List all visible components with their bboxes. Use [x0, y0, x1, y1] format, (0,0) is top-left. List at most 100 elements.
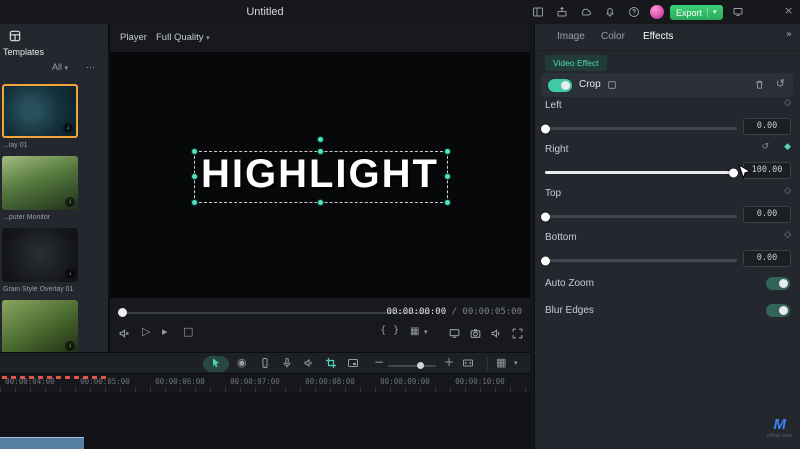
user-avatar[interactable]: [650, 5, 664, 19]
template-thumbnail[interactable]: ↓: [2, 156, 78, 210]
selection-handle[interactable]: [317, 148, 324, 155]
delete-effect-icon[interactable]: [754, 79, 765, 90]
crop-bottom-value[interactable]: 0.00: [743, 250, 791, 267]
auto-zoom-toggle[interactable]: [766, 277, 790, 290]
layout-icon[interactable]: [532, 6, 544, 18]
bell-icon[interactable]: [604, 6, 616, 18]
chevron-down-icon: ▾: [206, 35, 210, 42]
screen-mode-icon[interactable]: [732, 6, 744, 18]
selection-handle[interactable]: [444, 173, 451, 180]
step-forward-button[interactable]: ▸: [162, 326, 168, 337]
selection-box[interactable]: [191, 136, 451, 206]
tab-effects[interactable]: Effects: [643, 31, 673, 42]
keyframe-icon-active[interactable]: ◆: [784, 142, 791, 152]
seek-bar[interactable]: [118, 312, 430, 314]
template-label: ...puter Monitor: [3, 214, 51, 221]
zoom-in-icon[interactable]: +: [444, 356, 454, 368]
crop-left-slider[interactable]: [541, 124, 737, 133]
timeline-clip[interactable]: [0, 437, 84, 449]
keyframe-icon[interactable]: ◇: [784, 98, 791, 108]
export-media-icon[interactable]: [556, 6, 568, 18]
crop-right-slider[interactable]: [545, 168, 739, 177]
close-icon[interactable]: ×: [784, 5, 793, 16]
crop-bottom-slider[interactable]: [541, 256, 737, 265]
reset-effect-icon[interactable]: ↺: [776, 78, 785, 89]
template-thumbnail[interactable]: ↓: [2, 84, 78, 138]
selection-handle[interactable]: [191, 199, 198, 206]
more-options-button[interactable]: ⋯: [86, 62, 95, 73]
slider-handle[interactable]: [541, 124, 550, 133]
seek-handle[interactable]: [118, 308, 127, 317]
selection-handle[interactable]: [444, 148, 451, 155]
volume-icon[interactable]: [490, 327, 503, 340]
timeline-ruler[interactable]: 00:00:04:00 00:00:05:00 00:00:06:00 00:0…: [0, 374, 530, 392]
preview-canvas[interactable]: HIGHLIGHT: [110, 52, 530, 298]
crop-left-value[interactable]: 0.00: [743, 118, 791, 135]
template-thumbnail[interactable]: ↓: [2, 228, 78, 282]
fullscreen-icon[interactable]: [511, 327, 524, 340]
crop-top-slider[interactable]: [541, 212, 737, 221]
selection-handle[interactable]: [191, 173, 198, 180]
selection-handle[interactable]: [191, 148, 198, 155]
mute-icon[interactable]: [118, 327, 131, 340]
mic-icon[interactable]: [281, 357, 293, 369]
chevron-down-icon[interactable]: ▾: [424, 329, 428, 336]
player-label: Player: [120, 32, 147, 43]
video-effect-badge[interactable]: Video Effect: [545, 55, 607, 71]
blur-edges-toggle[interactable]: [766, 304, 790, 317]
zoom-slider[interactable]: [388, 362, 436, 369]
keyframe-icon[interactable]: ◇: [784, 230, 791, 240]
preview-options-icon[interactable]: ▦: [410, 327, 419, 337]
export-button[interactable]: Export ▾: [670, 5, 723, 20]
track-manager-icon[interactable]: ▦: [496, 357, 506, 368]
crop-enable-toggle[interactable]: [548, 79, 572, 92]
cloud-icon[interactable]: [580, 6, 592, 18]
pip-icon[interactable]: [347, 357, 359, 369]
time-display: 00:00:00:00 / 00:00:05:00: [387, 307, 522, 317]
play-button[interactable]: ▷: [142, 326, 150, 337]
selection-handle[interactable]: [317, 199, 324, 206]
filter-all-dropdown[interactable]: All ▾: [52, 62, 68, 72]
select-tool-icon[interactable]: [210, 357, 222, 369]
zoom-out-icon[interactable]: −: [374, 356, 384, 368]
selection-handle[interactable]: [444, 199, 451, 206]
mark-out-icon[interactable]: }: [393, 326, 399, 336]
crop-top-value[interactable]: 0.00: [743, 206, 791, 223]
zoom-slider-handle[interactable]: [416, 362, 424, 369]
mark-in-icon[interactable]: {: [380, 326, 386, 336]
crop-right-value[interactable]: 100.00: [743, 162, 791, 179]
chevron-down-icon: ▾: [64, 65, 69, 72]
panel-divider: [535, 50, 800, 51]
templates-icon[interactable]: [8, 29, 22, 43]
collapse-panel-icon[interactable]: »: [786, 30, 792, 40]
display-icon[interactable]: [448, 327, 461, 340]
snapshot-icon[interactable]: [469, 327, 482, 340]
chevron-down-icon[interactable]: ▾: [514, 360, 518, 367]
slider-handle[interactable]: [729, 168, 739, 177]
template-thumbnail[interactable]: ↓: [2, 300, 78, 354]
slider-handle[interactable]: [541, 212, 550, 221]
stop-button[interactable]: □: [183, 326, 193, 337]
tab-image[interactable]: Image: [557, 31, 585, 42]
titlebar: Untitled Export ▾ ×: [0, 0, 800, 24]
download-icon: ↓: [65, 341, 75, 351]
param-label: Right: [545, 144, 569, 155]
compare-icon[interactable]: [607, 80, 617, 90]
help-icon[interactable]: [628, 6, 640, 18]
quality-dropdown[interactable]: Full Quality ▾: [156, 32, 210, 43]
reset-param-icon[interactable]: ↺: [761, 142, 769, 152]
video-editor-app: Untitled Export ▾ × Templates All ▾ ⋯ ↓ …: [0, 0, 800, 449]
timeline-tracks[interactable]: [0, 392, 530, 449]
template-label: Grain Style Overlay 01: [3, 286, 74, 293]
keyframe-icon[interactable]: ◇: [784, 186, 791, 196]
templates-panel: Templates All ▾ ⋯ ↓ ...lay 01 ↓ ...puter…: [0, 24, 110, 354]
phone-icon[interactable]: [259, 357, 271, 369]
audio-icon[interactable]: [303, 357, 315, 369]
ruler-timecode: 00:00:06:00: [155, 377, 205, 386]
rotate-handle[interactable]: [317, 136, 324, 143]
fit-timeline-icon[interactable]: [462, 357, 474, 369]
record-icon[interactable]: ◉: [237, 357, 247, 368]
crop-tool-icon[interactable]: [325, 357, 337, 369]
tab-color[interactable]: Color: [601, 31, 625, 42]
slider-handle[interactable]: [541, 256, 550, 265]
